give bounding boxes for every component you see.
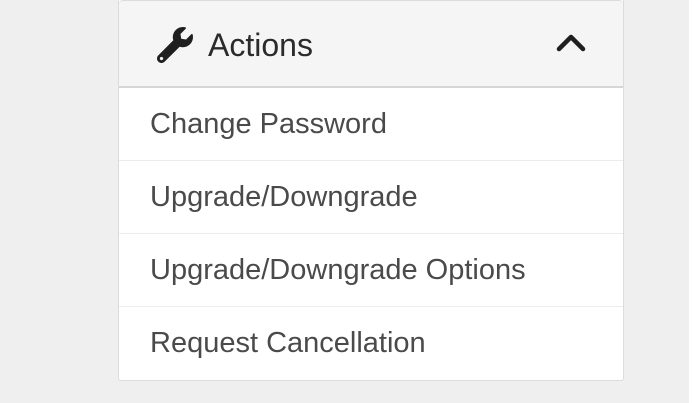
action-label: Upgrade/Downgrade Options bbox=[150, 254, 526, 286]
wrench-icon bbox=[157, 27, 193, 63]
actions-panel: Actions Change Password Upgrade/Downgrad… bbox=[118, 0, 624, 381]
panel-title: Actions bbox=[208, 27, 313, 63]
actions-list: Change Password Upgrade/Downgrade Upgrad… bbox=[119, 88, 623, 380]
action-request-cancellation[interactable]: Request Cancellation bbox=[119, 307, 623, 380]
chevron-up-icon[interactable] bbox=[551, 27, 591, 59]
action-upgrade-downgrade[interactable]: Upgrade/Downgrade bbox=[119, 161, 623, 234]
action-upgrade-downgrade-options[interactable]: Upgrade/Downgrade Options bbox=[119, 234, 623, 307]
action-label: Request Cancellation bbox=[150, 327, 426, 359]
page-edge bbox=[689, 0, 693, 403]
action-label: Change Password bbox=[150, 108, 387, 140]
action-change-password[interactable]: Change Password bbox=[119, 88, 623, 161]
actions-panel-header[interactable]: Actions bbox=[119, 0, 623, 88]
action-label: Upgrade/Downgrade bbox=[150, 181, 418, 213]
